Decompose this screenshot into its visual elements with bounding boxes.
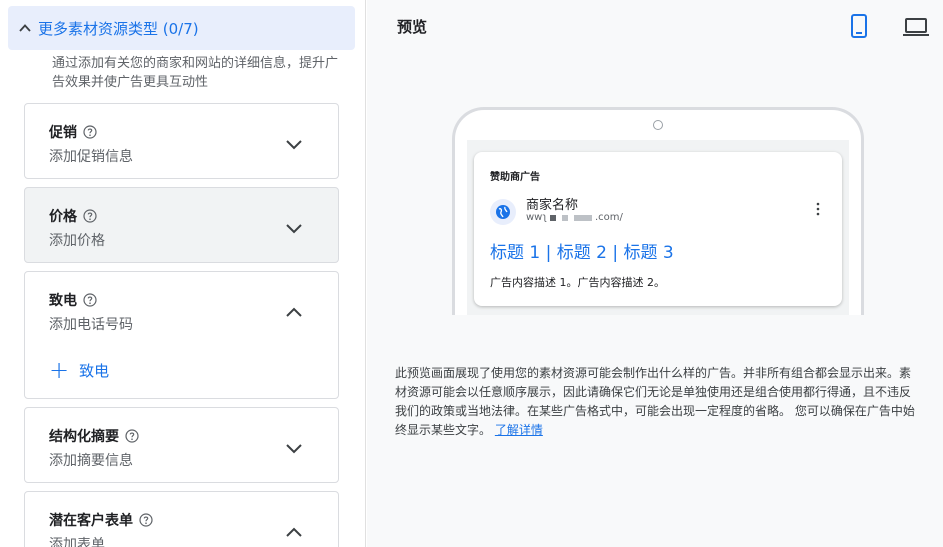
phone-camera [653,120,663,130]
card-title: 促销 [49,125,77,141]
card-title-row: 价格 [49,206,97,226]
card-subtitle: 添加促销信息 [49,149,133,165]
preview-disclaimer: 此预览画面展现了使用您的素材资源可能会制作出什么样的广告。并非所有组合都会显示出… [395,364,919,440]
card-subtitle: 添加表单 [49,537,105,547]
ad-description: 广告内容描述 1。广告内容描述 2。 [490,276,665,289]
help-icon[interactable] [83,209,97,223]
card-title: 潜在客户表单 [49,513,133,529]
desktop-device-icon[interactable] [903,17,929,37]
display-url: wwʅ .com/ [526,212,623,223]
section-header-title: 更多素材资源类型 (0/7) [38,19,199,38]
chevron-up-icon [19,24,31,32]
card-title: 价格 [49,209,77,225]
card-subtitle: 添加摘要信息 [49,453,133,469]
more-vert-icon[interactable] [816,202,820,216]
chevron-down-icon[interactable] [284,221,304,235]
card-title: 致电 [49,293,77,309]
sponsored-label: 赞助商广告 [490,172,540,183]
card-price[interactable]: 价格 添加价格 [24,187,339,263]
add-call-button[interactable]: + 致电 [49,358,109,382]
chevron-up-icon[interactable] [284,305,304,319]
card-subtitle: 添加电话号码 [49,317,133,333]
card-title-row: 促销 [49,122,97,142]
ad-preview-card: 赞助商广告 商家名称 wwʅ .com/ 标题 1 | 标题 2 | 标题 3 … [474,152,842,306]
chevron-up-icon[interactable] [284,525,304,539]
learn-more-link[interactable]: 了解详情 [495,423,543,437]
redacted-block [573,214,592,221]
help-icon[interactable] [83,293,97,307]
more-asset-types-header[interactable]: 更多素材资源类型 (0/7) [8,6,355,50]
add-call-label: 致电 [79,361,110,380]
asset-types-panel: 更多素材资源类型 (0/7) 通过添加有关您的商家和网站的详细信息，提升广告效果… [0,0,366,547]
card-promotion[interactable]: 促销 添加促销信息 [24,103,339,179]
help-icon[interactable] [125,429,139,443]
url-prefix: wwʅ [526,212,547,223]
card-structured-snippet[interactable]: 结构化摘要 添加摘要信息 [24,407,339,483]
card-title-row: 结构化摘要 [49,426,139,446]
card-lead-form[interactable]: 潜在客户表单 添加表单 [24,491,339,547]
preview-panel: 预览 赞助商广告 商家名称 wwʅ .com/ 标题 1 | 标题 2 | 标题… [367,0,943,547]
help-icon[interactable] [139,513,153,527]
url-suffix: .com/ [594,212,623,223]
chevron-down-icon[interactable] [284,441,304,455]
help-icon[interactable] [83,125,97,139]
plus-icon: + [49,356,70,384]
intro-text: 通过添加有关您的商家和网站的详细信息，提升广告效果并使广告更具互动性 [52,56,339,90]
card-subtitle: 添加价格 [49,233,105,249]
card-title-row: 潜在客户表单 [49,510,153,530]
globe-icon [490,199,516,225]
disclaimer-text: 此预览画面展现了使用您的素材资源可能会制作出什么样的广告。并非所有组合都会显示出… [395,366,915,437]
redacted-block [561,214,568,221]
card-call[interactable]: 致电 添加电话号码 + 致电 [24,271,339,399]
chevron-down-icon[interactable] [284,137,304,151]
redacted-block [549,214,556,221]
app-root: 更多素材资源类型 (0/7) 通过添加有关您的商家和网站的详细信息，提升广告效果… [0,0,943,547]
mobile-device-icon[interactable] [850,14,868,38]
business-name: 商家名称 [526,198,579,213]
card-title: 结构化摘要 [49,429,119,445]
preview-title: 预览 [397,18,428,36]
ad-headline[interactable]: 标题 1 | 标题 2 | 标题 3 [490,238,674,263]
card-title-row: 致电 [49,290,97,310]
